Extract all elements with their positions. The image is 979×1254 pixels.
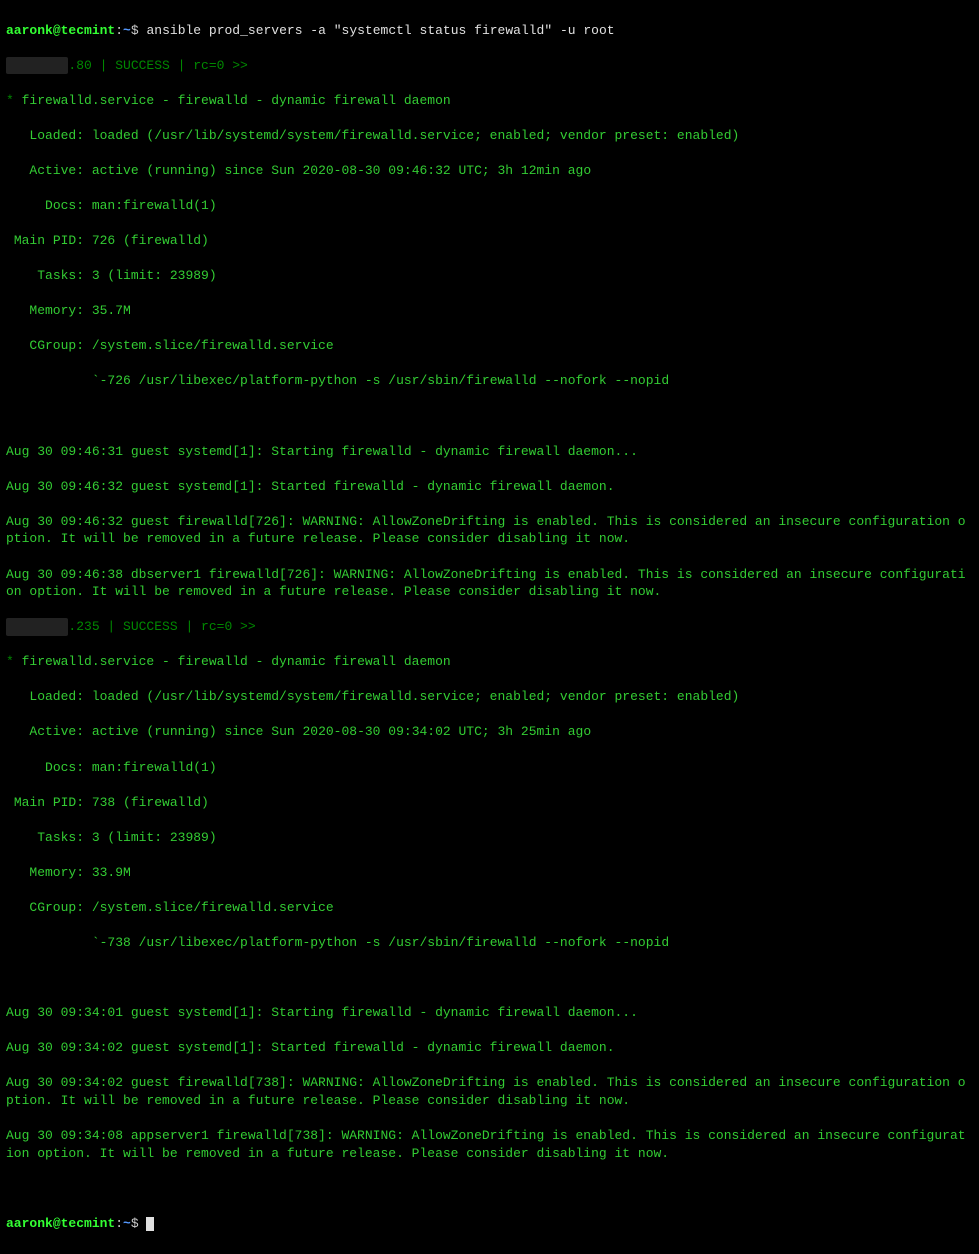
host2-active-since: since Sun 2020-08-30 09:34:02 UTC; 3h 25… [217, 724, 591, 739]
host1-ip-redacted [6, 57, 68, 75]
host1-tasks: Tasks: 3 (limit: 23989) [6, 267, 973, 285]
host1-docs: Docs: man:firewalld(1) [6, 197, 973, 215]
host1-active-state: active (running) [92, 163, 217, 178]
cursor-icon [146, 1217, 154, 1231]
host2-active: Active: active (running) since Sun 2020-… [6, 723, 973, 741]
host1-log4: Aug 30 09:46:38 dbserver1 firewalld[726]… [6, 566, 973, 601]
prompt-host: tecmint [61, 23, 116, 38]
host2-cgroup: CGroup: /system.slice/firewalld.service [6, 899, 973, 917]
host1-log3: Aug 30 09:46:32 guest firewalld[726]: WA… [6, 513, 973, 548]
host1-log2: Aug 30 09:46:32 guest systemd[1]: Starte… [6, 478, 973, 496]
host1-service-name: firewalld.service - firewalld - dynamic … [14, 93, 451, 108]
host1-ip-suffix: .80 | SUCCESS | rc=0 >> [68, 58, 247, 73]
host1-loaded: Loaded: loaded (/usr/lib/systemd/system/… [6, 127, 973, 145]
command-text: ansible prod_servers -a "systemctl statu… [146, 23, 614, 38]
terminal[interactable]: aaronk@tecmint:~$ ansible prod_servers -… [6, 4, 973, 1250]
host1-cgroup: CGroup: /system.slice/firewalld.service [6, 337, 973, 355]
host2-log1: Aug 30 09:34:01 guest systemd[1]: Starti… [6, 1004, 973, 1022]
host1-service: * firewalld.service - firewalld - dynami… [6, 92, 973, 110]
prompt-dollar: $ [131, 23, 139, 38]
prompt-line: aaronk@tecmint:~$ ansible prod_servers -… [6, 22, 973, 40]
prompt-colon: : [115, 23, 123, 38]
host2-ip-suffix: .235 | SUCCESS | rc=0 >> [68, 619, 255, 634]
prompt-user: aaronk [6, 23, 53, 38]
host2-active-label: Active: [6, 724, 92, 739]
blank [6, 1180, 973, 1198]
prompt-user: aaronk [6, 1216, 53, 1231]
prompt-dollar: $ [131, 1216, 139, 1231]
bullet-icon: * [6, 93, 14, 108]
host1-mainpid: Main PID: 726 (firewalld) [6, 232, 973, 250]
host2-docs: Docs: man:firewalld(1) [6, 759, 973, 777]
prompt-path: ~ [123, 1216, 131, 1231]
host2-cgroup-child: `-738 /usr/libexec/platform-python -s /u… [6, 934, 973, 952]
host2-loaded: Loaded: loaded (/usr/lib/systemd/system/… [6, 688, 973, 706]
host2-memory: Memory: 33.9M [6, 864, 973, 882]
host1-active-label: Active: [6, 163, 92, 178]
host2-log3: Aug 30 09:34:02 guest firewalld[738]: WA… [6, 1074, 973, 1109]
prompt-colon: : [115, 1216, 123, 1231]
host1-cgroup-child: `-726 /usr/libexec/platform-python -s /u… [6, 372, 973, 390]
prompt-at: @ [53, 1216, 61, 1231]
host2-service-name: firewalld.service - firewalld - dynamic … [14, 654, 451, 669]
blank [6, 408, 973, 426]
host2-service: * firewalld.service - firewalld - dynami… [6, 653, 973, 671]
host2-tasks: Tasks: 3 (limit: 23989) [6, 829, 973, 847]
host1-memory: Memory: 35.7M [6, 302, 973, 320]
prompt-at: @ [53, 23, 61, 38]
prompt-path: ~ [123, 23, 131, 38]
bullet-icon: * [6, 654, 14, 669]
host2-ip-redacted [6, 618, 68, 636]
blank [6, 969, 973, 987]
host1-log1: Aug 30 09:46:31 guest systemd[1]: Starti… [6, 443, 973, 461]
host2-header: .235 | SUCCESS | rc=0 >> [6, 618, 973, 636]
host1-active: Active: active (running) since Sun 2020-… [6, 162, 973, 180]
prompt-host: tecmint [61, 1216, 116, 1231]
host1-header: .80 | SUCCESS | rc=0 >> [6, 57, 973, 75]
host2-active-state: active (running) [92, 724, 217, 739]
host2-log2: Aug 30 09:34:02 guest systemd[1]: Starte… [6, 1039, 973, 1057]
host1-active-since: since Sun 2020-08-30 09:46:32 UTC; 3h 12… [217, 163, 591, 178]
host2-log4: Aug 30 09:34:08 appserver1 firewalld[738… [6, 1127, 973, 1162]
prompt-line-2[interactable]: aaronk@tecmint:~$ [6, 1215, 973, 1233]
host2-mainpid: Main PID: 738 (firewalld) [6, 794, 973, 812]
